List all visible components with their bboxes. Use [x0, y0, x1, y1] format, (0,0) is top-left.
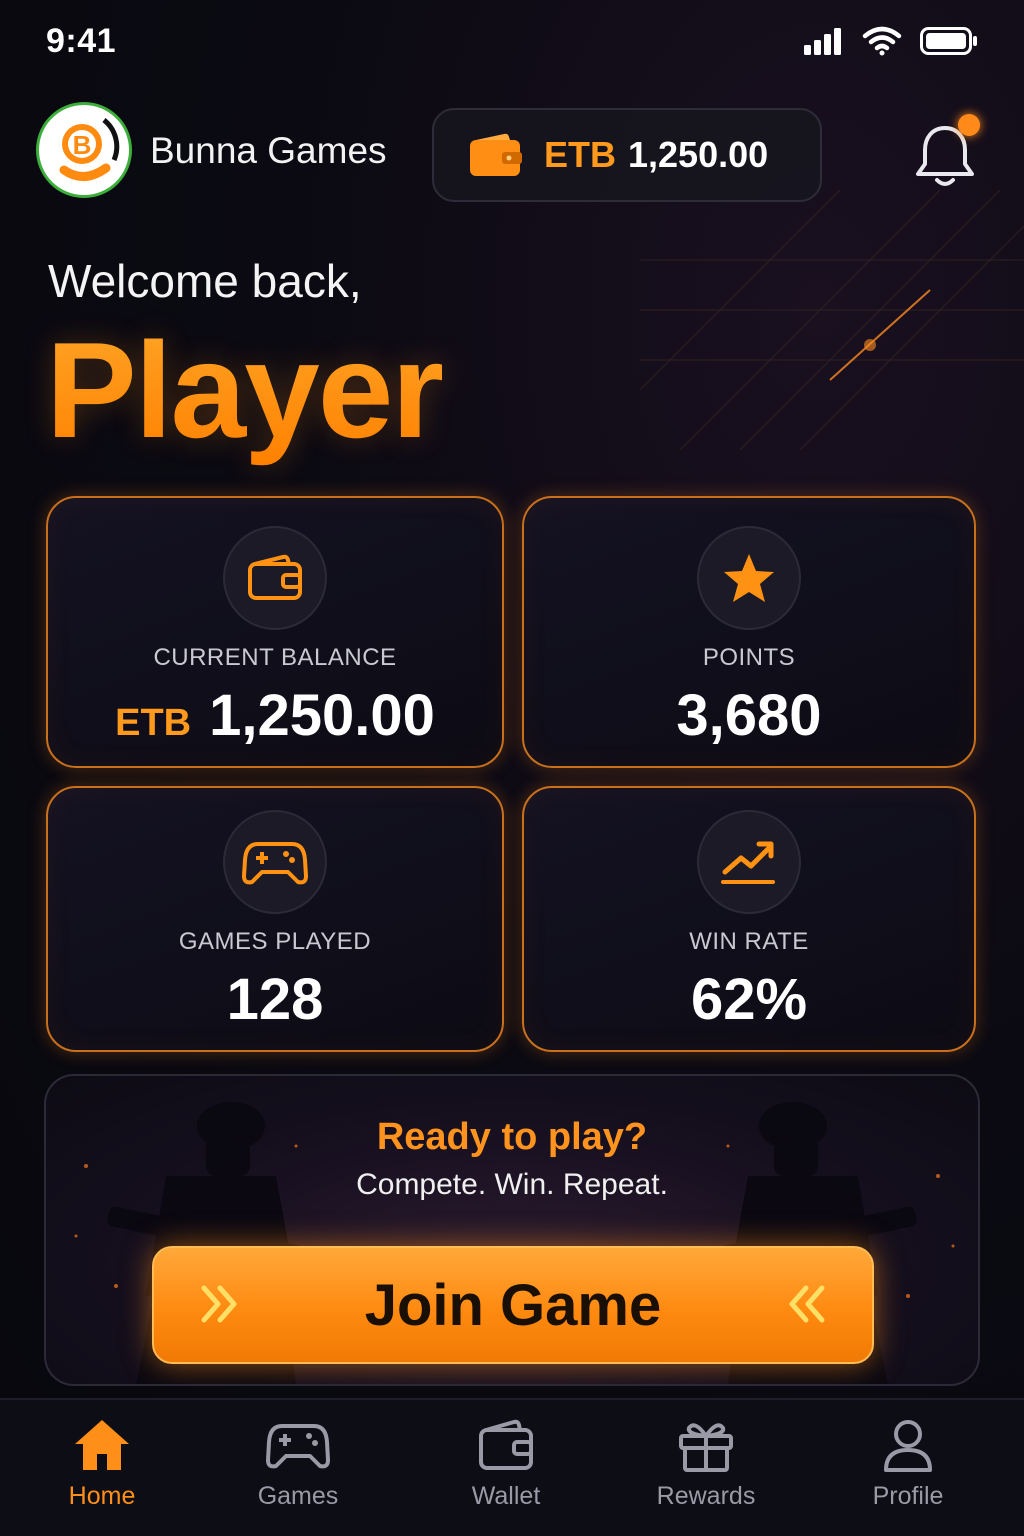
wallet-icon	[479, 1419, 533, 1470]
home-icon	[75, 1420, 129, 1470]
bottom-nav: Home Games Wallet Rewards Profile	[0, 1398, 1024, 1536]
banner-subtitle: Compete. Win. Repeat.	[356, 1168, 668, 1201]
user-icon	[884, 1420, 932, 1472]
nav-label: Wallet	[471, 1482, 541, 1510]
stat-card-points[interactable]: POINTS 3,680	[522, 496, 976, 768]
nav-label: Home	[68, 1482, 136, 1510]
battery-icon	[920, 27, 977, 55]
gamepad-icon	[242, 842, 308, 885]
nav-item-profile[interactable]: Profile	[828, 1418, 988, 1511]
wallet-icon	[248, 554, 302, 600]
svg-text:B: B	[73, 130, 92, 160]
gamepad-icon	[266, 1424, 330, 1469]
app-logo[interactable]: B	[36, 102, 132, 198]
stat-label: CURRENT BALANCE	[153, 644, 397, 671]
stat-icon-wrap	[223, 526, 327, 630]
stat-value: 128	[226, 967, 324, 1032]
join-game-button[interactable]: Join Game	[152, 1246, 874, 1364]
stat-currency: ETB	[115, 702, 192, 744]
stat-amount: 1,250.00	[209, 683, 435, 748]
stat-label: POINTS	[702, 644, 796, 671]
header-balance-amount: 1,250.00	[628, 134, 769, 175]
play-banner: Ready to play? Compete. Win. Repeat. Joi…	[44, 1074, 980, 1386]
status-bar: 9:41	[0, 0, 1024, 84]
trend-up-icon	[721, 841, 775, 884]
nav-item-rewards[interactable]: Rewards	[626, 1418, 786, 1511]
status-icons	[804, 26, 978, 56]
banner-title: Ready to play?	[376, 1116, 648, 1158]
star-icon	[724, 554, 774, 602]
nav-item-home[interactable]: Home	[22, 1418, 182, 1511]
double-chevron-left-icon	[789, 1285, 825, 1323]
wifi-icon	[862, 26, 902, 56]
stat-icon-wrap	[697, 526, 801, 630]
stat-card-balance[interactable]: CURRENT BALANCE ETB 1,250.00	[46, 496, 504, 768]
stat-icon-wrap	[223, 810, 327, 914]
signal-icon	[804, 28, 841, 55]
nav-label: Rewards	[656, 1482, 756, 1510]
wallet-icon	[470, 133, 522, 176]
bunna-logo-icon: B	[48, 114, 120, 186]
stat-icon-wrap	[697, 810, 801, 914]
stat-value: 3,680	[676, 683, 822, 748]
nav-label: Games	[257, 1482, 339, 1510]
decorative-grid	[640, 190, 1024, 450]
app-name: Bunna Games	[150, 130, 387, 171]
join-game-label: Join Game	[364, 1272, 662, 1338]
stat-card-games-played[interactable]: GAMES PLAYED 128	[46, 786, 504, 1052]
nav-item-games[interactable]: Games	[218, 1418, 378, 1511]
header-balance-pill[interactable]: ETB 1,250.00	[432, 108, 822, 202]
stat-card-win-rate[interactable]: WIN RATE 62%	[522, 786, 976, 1052]
notification-badge	[958, 114, 980, 136]
status-time: 9:41	[46, 22, 117, 60]
stat-label: GAMES PLAYED	[178, 928, 372, 955]
stat-value: 62%	[690, 967, 808, 1032]
welcome-text: Welcome back,	[48, 255, 362, 307]
header-balance-currency: ETB	[544, 134, 616, 175]
double-chevron-right-icon	[201, 1285, 237, 1323]
nav-item-wallet[interactable]: Wallet	[426, 1418, 586, 1511]
nav-label: Profile	[872, 1482, 944, 1510]
gift-icon	[679, 1423, 733, 1472]
stat-label: WIN RATE	[689, 928, 809, 955]
player-name: Player	[46, 314, 444, 466]
stat-value: ETB 1,250.00	[48, 682, 502, 749]
